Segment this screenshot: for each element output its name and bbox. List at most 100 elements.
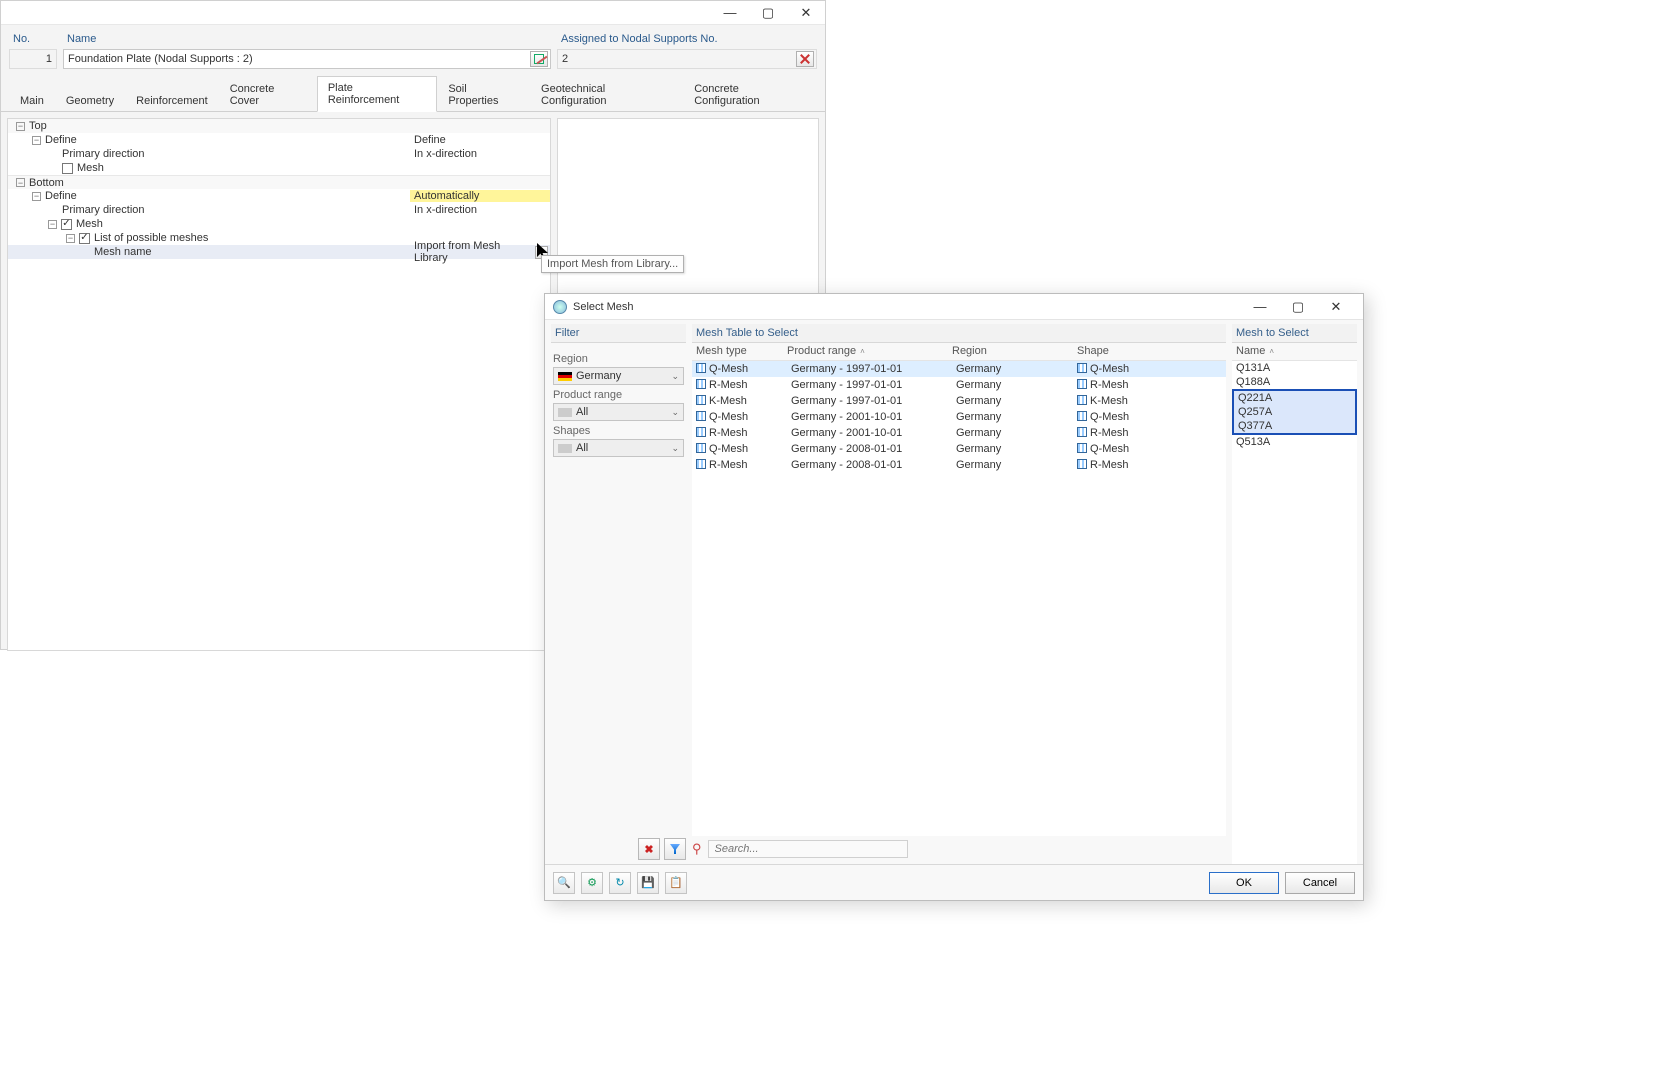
tab-reinforcement[interactable]: Reinforcement [125, 89, 219, 112]
close-button[interactable]: ✕ [787, 1, 825, 25]
tree-row-define-top[interactable]: − Define Define [8, 133, 550, 147]
tab-concrete-configuration[interactable]: Concrete Configuration [683, 77, 817, 112]
tree-label: Top [29, 120, 410, 132]
tab-geotechnical-configuration[interactable]: Geotechnical Configuration [530, 77, 683, 112]
mesh-table-panel: Mesh Table to Select Mesh type Product r… [692, 324, 1226, 864]
footer-tool-5[interactable]: 📋 [665, 872, 687, 894]
mesh-checkbox-bottom[interactable]: ✓ [61, 219, 72, 230]
col-type-header[interactable]: Mesh type [692, 345, 787, 357]
tree-label: Primary direction [62, 148, 410, 160]
list-meshes-checkbox[interactable]: ✓ [79, 233, 90, 244]
search-trigger-icon[interactable]: ⚲ [692, 841, 702, 857]
collapse-icon[interactable]: − [32, 136, 41, 145]
collapse-icon[interactable]: − [66, 234, 75, 243]
col-name-header[interactable]: Name˄ [1232, 345, 1357, 357]
dialog-maximize-button[interactable]: ▢ [1279, 295, 1317, 319]
tree-value: Automatically [410, 190, 550, 202]
name-value: Foundation Plate (Nodal Supports : 2) [68, 53, 253, 65]
list-item[interactable]: Q131A [1232, 361, 1357, 375]
tab-strip: MainGeometryReinforcementConcrete CoverP… [1, 75, 825, 112]
select-head-row: Name˄ [1232, 343, 1357, 361]
table-row[interactable]: R-MeshGermany - 2008-01-01GermanyR-Mesh [692, 457, 1226, 473]
region-combo[interactable]: Germany ⌄ [553, 367, 684, 385]
tree-row-primary-top[interactable]: Primary direction In x-direction [8, 147, 550, 161]
sort-asc-icon: ˄ [860, 347, 865, 356]
dialog-minimize-button[interactable]: — [1241, 295, 1279, 319]
dialog-icon [553, 300, 567, 314]
collapse-icon[interactable]: − [32, 192, 41, 201]
shapes-combo[interactable]: All ⌄ [553, 439, 684, 457]
collapse-icon[interactable]: − [48, 220, 57, 229]
tree-row-mesh-bottom[interactable]: − ✓ Mesh [8, 217, 550, 231]
no-input[interactable]: 1 [9, 49, 57, 69]
mesh-icon [1077, 395, 1087, 405]
collapse-icon[interactable]: − [16, 122, 25, 131]
collapse-icon[interactable]: − [16, 178, 25, 187]
footer-tool-2[interactable]: ⚙ [581, 872, 603, 894]
ok-button[interactable]: OK [1209, 872, 1279, 894]
property-tree: − Top − Define Define Primary direction … [7, 118, 551, 651]
table-body: Q-MeshGermany - 1997-01-01GermanyQ-MeshR… [692, 361, 1226, 836]
clear-assigned-button[interactable] [796, 51, 814, 67]
table-row[interactable]: K-MeshGermany - 1997-01-01GermanyK-Mesh [692, 393, 1226, 409]
tree-row-mesh-top[interactable]: Mesh [8, 161, 550, 175]
select-header: Mesh to Select [1232, 324, 1357, 343]
mesh-icon [696, 459, 706, 469]
dropdown-icon: ⌄ [671, 371, 679, 382]
tree-value: In x-direction [410, 148, 550, 160]
tree-row-mesh-name[interactable]: Mesh name Import from Mesh Library ▾ [8, 245, 550, 259]
mesh-checkbox-top[interactable] [62, 163, 73, 174]
assigned-input[interactable]: 2 [557, 49, 817, 69]
tab-plate-reinforcement[interactable]: Plate Reinforcement [317, 76, 438, 112]
all-icon [558, 444, 572, 453]
mesh-icon [1077, 379, 1087, 389]
list-item[interactable]: Q257A [1234, 405, 1355, 419]
tree-label: Mesh [76, 218, 410, 230]
clear-filter-button[interactable]: ✖ [638, 838, 660, 860]
assigned-value: 2 [562, 53, 568, 65]
tab-geometry[interactable]: Geometry [55, 89, 125, 112]
list-item[interactable]: Q377A [1234, 419, 1355, 433]
germany-flag-icon [558, 372, 572, 381]
maximize-button[interactable]: ▢ [749, 1, 787, 25]
tree-row-primary-bottom[interactable]: Primary direction In x-direction [8, 203, 550, 217]
tree-group-top[interactable]: − Top [8, 119, 550, 133]
tree-label: Define [45, 134, 410, 146]
name-input[interactable]: Foundation Plate (Nodal Supports : 2) [63, 49, 551, 69]
import-tooltip: Import Mesh from Library... [541, 255, 684, 273]
col-range-header[interactable]: Product range˄ [787, 345, 952, 357]
footer-tool-3[interactable]: ↻ [609, 872, 631, 894]
shapes-value: All [576, 442, 588, 454]
tree-group-bottom[interactable]: − Bottom [8, 175, 550, 189]
tab-soil-properties[interactable]: Soil Properties [437, 77, 530, 112]
list-item[interactable]: Q188A [1232, 375, 1357, 389]
footer-tool-1[interactable]: 🔍 [553, 872, 575, 894]
edit-name-button[interactable] [530, 51, 548, 67]
mesh-icon [696, 411, 706, 421]
tab-concrete-cover[interactable]: Concrete Cover [219, 77, 317, 112]
tree-label: Mesh [77, 162, 410, 174]
table-row[interactable]: R-MeshGermany - 1997-01-01GermanyR-Mesh [692, 377, 1226, 393]
dropdown-icon: ⌄ [671, 443, 679, 454]
main-titlebar: — ▢ ✕ [1, 1, 825, 25]
table-row[interactable]: Q-MeshGermany - 2001-10-01GermanyQ-Mesh [692, 409, 1226, 425]
col-region-header[interactable]: Region [952, 345, 1077, 357]
minimize-button[interactable]: — [711, 1, 749, 25]
tree-label: Mesh name [94, 246, 410, 258]
cancel-button[interactable]: Cancel [1285, 872, 1355, 894]
dialog-close-button[interactable]: ✕ [1317, 295, 1355, 319]
tab-main[interactable]: Main [9, 89, 55, 112]
range-combo[interactable]: All ⌄ [553, 403, 684, 421]
col-shape-header[interactable]: Shape [1077, 345, 1226, 357]
filter-button[interactable] [664, 838, 686, 860]
tree-row-define-bottom[interactable]: − Define Automatically [8, 189, 550, 203]
select-mesh-dialog: Select Mesh — ▢ ✕ Filter Region Germany … [544, 293, 1364, 901]
list-item[interactable]: Q221A [1234, 391, 1355, 405]
list-item[interactable]: Q513A [1232, 435, 1357, 449]
footer-tool-4[interactable]: 💾 [637, 872, 659, 894]
table-row[interactable]: Q-MeshGermany - 1997-01-01GermanyQ-Mesh [692, 361, 1226, 377]
mesh-icon [1077, 443, 1087, 453]
search-input[interactable] [708, 840, 908, 858]
table-row[interactable]: Q-MeshGermany - 2008-01-01GermanyQ-Mesh [692, 441, 1226, 457]
table-row[interactable]: R-MeshGermany - 2001-10-01GermanyR-Mesh [692, 425, 1226, 441]
